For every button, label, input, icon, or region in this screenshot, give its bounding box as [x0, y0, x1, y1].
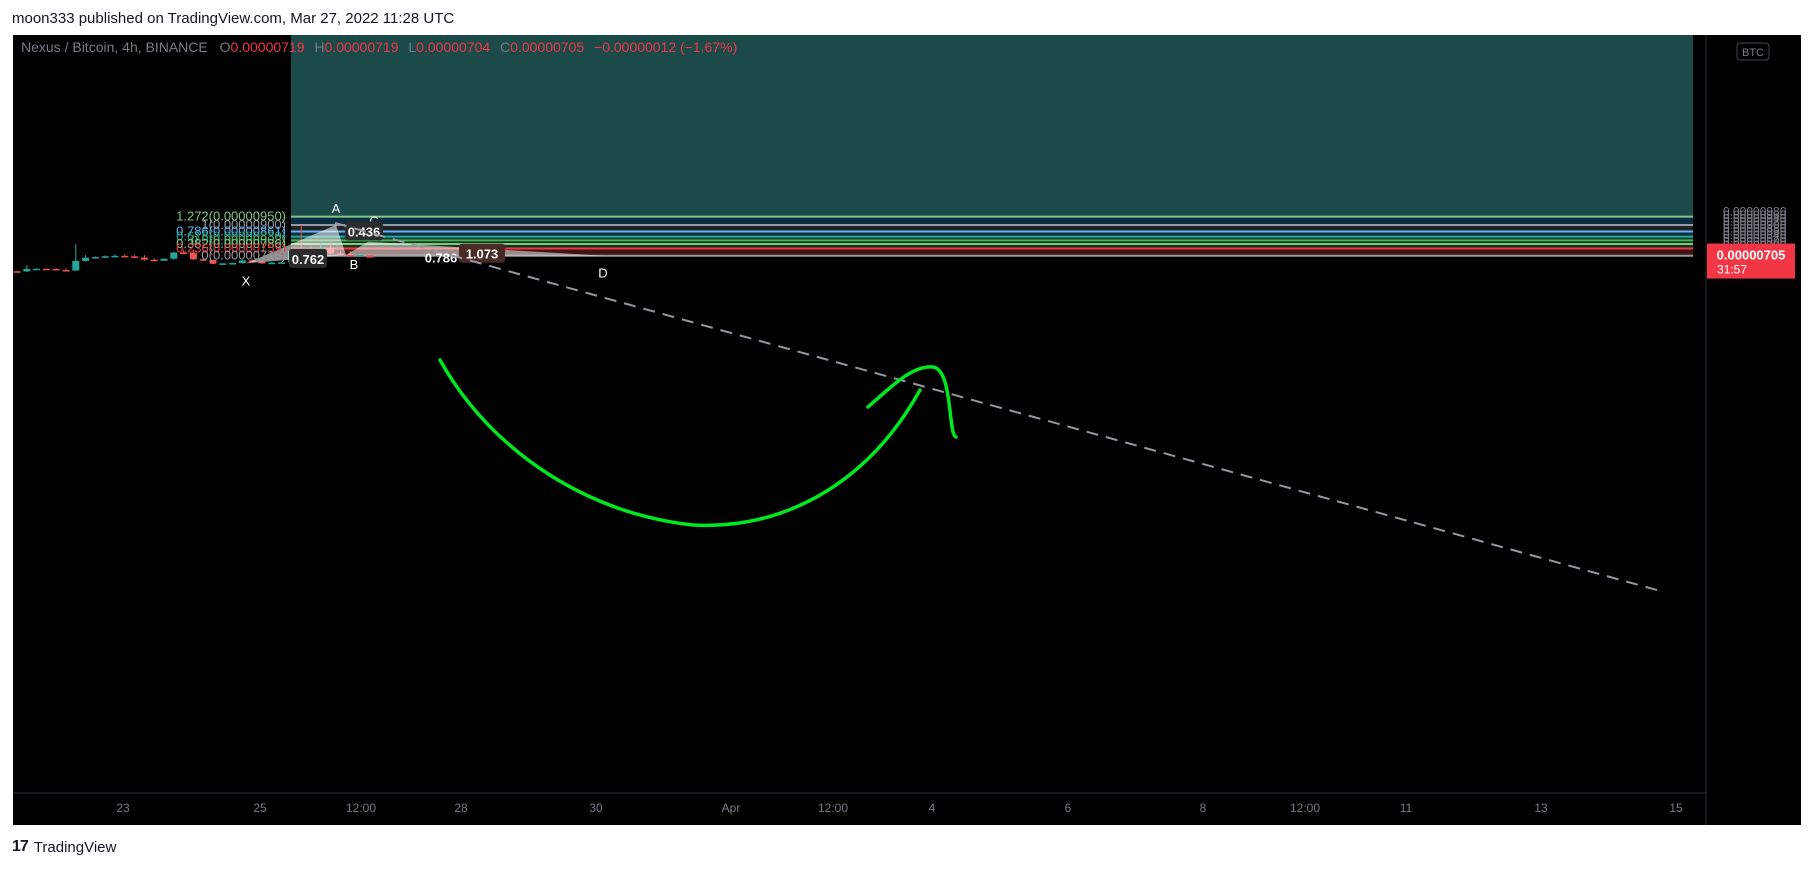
time-tick-label: 15: [1669, 801, 1683, 815]
pattern-ratio-label: 1.073: [466, 247, 499, 262]
pattern-point-label: B: [350, 257, 359, 272]
time-tick-label: 12:00: [1290, 801, 1320, 815]
time-tick-label: 12:00: [818, 801, 848, 815]
candle-body: [111, 255, 119, 258]
symbol-legend: Nexus / Bitcoin, 4h, BINANCE O0.00000719…: [21, 39, 737, 55]
time-tick-label: Apr: [722, 801, 741, 815]
candle-body: [13, 271, 21, 273]
candle-body: [82, 257, 90, 261]
candle-body: [91, 257, 99, 259]
chart-frame[interactable]: XABCD0.7620.4361.0730.786 1.272(0.000009…: [13, 35, 1801, 825]
fib-zone: [291, 216, 1693, 225]
time-tick-label: 25: [253, 801, 267, 815]
time-tick-label: 30: [589, 801, 603, 815]
svg-text:BTC: BTC: [1742, 47, 1764, 59]
time-tick-label: 28: [454, 801, 468, 815]
fib-zones: [291, 35, 1693, 256]
pattern-point-label: A: [332, 201, 341, 216]
candle-body: [150, 259, 158, 262]
pattern-point-label: D: [598, 266, 607, 281]
candle-body: [140, 257, 148, 260]
brand-name: TradingView: [33, 838, 117, 856]
time-tick-label: 8: [1200, 801, 1207, 815]
time-tick-label: 12:00: [346, 801, 376, 815]
candle-body: [33, 268, 41, 271]
pattern-ratio-label: 0.762: [292, 252, 325, 267]
publish-info: moon333 published on TradingView.com, Ma…: [12, 10, 455, 27]
candle-body: [366, 255, 374, 258]
time-tick-label: 11: [1400, 801, 1413, 815]
fib-zone-top: [291, 35, 1693, 217]
currency-badge[interactable]: BTC: [1736, 42, 1770, 61]
time-tick-label: 6: [1065, 801, 1072, 815]
footer: 17 TradingView: [12, 838, 116, 856]
trend-line[interactable]: [334, 222, 1665, 593]
candle-body: [23, 268, 31, 272]
candle-body: [101, 256, 109, 258]
candle-body: [219, 263, 227, 265]
candle-body: [229, 263, 237, 265]
pattern-point-label: X: [242, 273, 251, 288]
time-axis[interactable]: 23 25 12:00 28 30 Apr 12:00 4 6 8 12:00 11 13 15: [116, 801, 1683, 815]
time-tick-label: 13: [1534, 801, 1548, 815]
candle-body: [160, 258, 168, 261]
time-tick-label: 4: [929, 801, 936, 815]
candle-body: [72, 260, 80, 271]
fib-labels: 1.272(0.00000950)1(0.00000900)0.786(0.00…: [176, 209, 286, 263]
drawn-curve-arrow[interactable]: [438, 358, 922, 528]
time-tick-label: 23: [116, 801, 130, 815]
last-price-label: 0.00000705 31:57: [1707, 243, 1795, 279]
price-chart[interactable]: XABCD0.7620.4361.0730.786 1.272(0.000009…: [13, 35, 1801, 825]
tradingview-logo-icon: 17: [12, 838, 29, 855]
svg-text:0.00000705: 0.00000705: [1717, 248, 1786, 263]
candle-body: [42, 268, 50, 271]
candle-body: [121, 255, 129, 258]
candle-body: [62, 270, 70, 272]
candle-body: [52, 268, 60, 271]
candle-body: [131, 256, 139, 258]
svg-text:31:57: 31:57: [1717, 263, 1747, 277]
fib-level-label: 0(0.00000716): [201, 248, 286, 263]
candle-body: [268, 262, 276, 265]
